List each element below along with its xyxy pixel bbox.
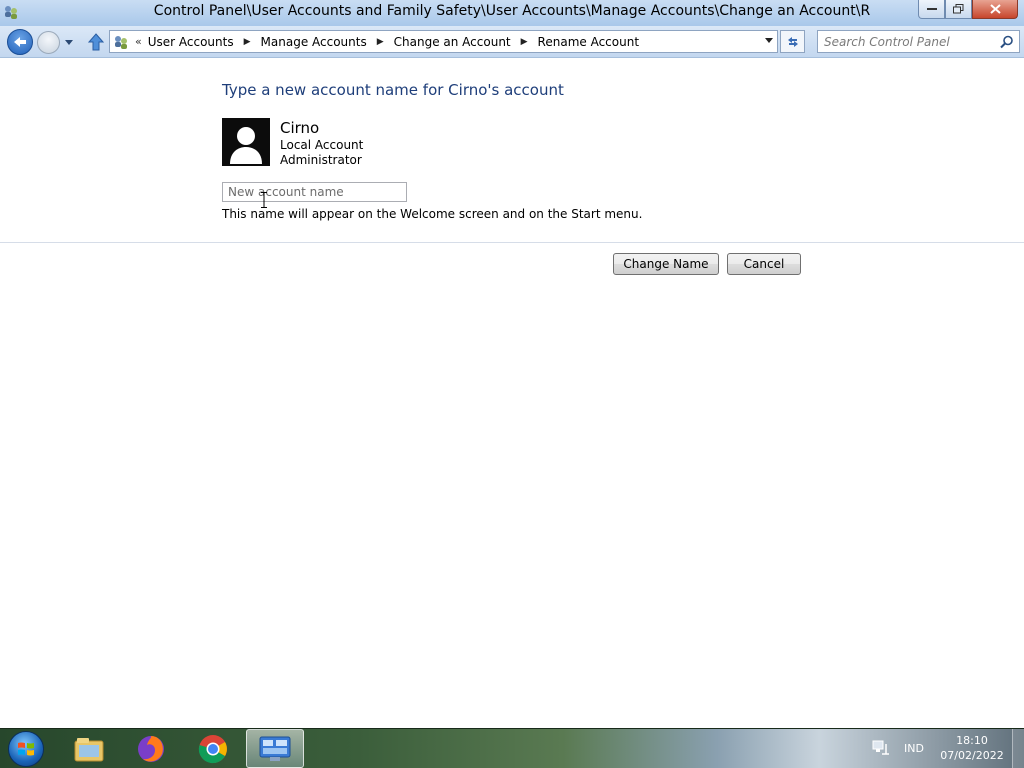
breadcrumb-separator-icon[interactable]: ▶ [521, 37, 528, 47]
taskbar-control-panel-button[interactable] [246, 729, 304, 768]
divider [0, 242, 1024, 243]
account-avatar [222, 118, 270, 166]
refresh-button[interactable] [780, 30, 805, 53]
clock[interactable]: 18:10 07/02/2022 [940, 733, 1004, 763]
title-bar: Control Panel\User Accounts and Family S… [0, 0, 1024, 26]
breadcrumb-overflow[interactable]: « [135, 35, 142, 48]
address-bar[interactable]: « User Accounts ▶ Manage Accounts ▶ Chan… [109, 30, 778, 53]
control-panel-icon [115, 35, 127, 49]
breadcrumb-rename-account[interactable]: Rename Account [538, 35, 639, 49]
cancel-button[interactable]: Cancel [727, 253, 801, 275]
control-panel-icon [259, 736, 291, 761]
firefox-icon [138, 735, 164, 762]
breadcrumb-change-an-account[interactable]: Change an Account [394, 35, 511, 49]
change-name-button[interactable]: Change Name [613, 253, 719, 275]
system-tray: IND 18:10 07/02/2022 [864, 729, 1024, 768]
up-arrow-icon[interactable] [86, 32, 106, 52]
taskbar-explorer-button[interactable] [60, 729, 118, 768]
account-role: Administrator [280, 153, 362, 167]
account-type: Local Account [280, 138, 364, 152]
breadcrumb-manage-accounts[interactable]: Manage Accounts [261, 35, 367, 49]
clock-time: 18:10 [956, 734, 988, 747]
search-input[interactable] [824, 31, 994, 52]
back-button[interactable] [7, 29, 33, 55]
clock-date: 07/02/2022 [940, 749, 1004, 762]
show-desktop-button[interactable] [1012, 729, 1024, 768]
search-icon[interactable] [1000, 35, 1014, 49]
minimize-icon [926, 8, 937, 10]
user-silhouette-icon [230, 127, 262, 164]
recent-pages-dropdown-icon[interactable] [63, 37, 75, 47]
window-title: Control Panel\User Accounts and Family S… [153, 3, 871, 19]
breadcrumb-separator-icon[interactable]: ▶ [377, 37, 384, 47]
start-button[interactable] [4, 730, 48, 768]
breadcrumb: User Accounts ▶ Manage Accounts ▶ Change… [148, 35, 639, 49]
main-content: Type a new account name for Cirno's acco… [0, 59, 1024, 728]
close-icon [989, 4, 1001, 14]
minimize-button[interactable] [918, 0, 945, 19]
refresh-icon [787, 36, 798, 47]
forward-button[interactable] [37, 31, 60, 54]
page-title: Type a new account name for Cirno's acco… [222, 81, 564, 99]
close-button[interactable] [972, 0, 1018, 19]
taskbar: IND 18:10 07/02/2022 [0, 728, 1024, 768]
taskbar-chrome-button[interactable] [184, 729, 242, 768]
chrome-icon [198, 734, 227, 763]
maximize-button[interactable] [945, 0, 972, 19]
breadcrumb-separator-icon[interactable]: ▶ [244, 37, 251, 47]
back-arrow-icon [14, 37, 26, 47]
text-cursor-icon [261, 192, 267, 208]
address-dropdown-icon[interactable] [765, 38, 773, 44]
breadcrumb-user-accounts[interactable]: User Accounts [148, 35, 234, 49]
language-indicator[interactable]: IND [904, 742, 924, 755]
network-icon[interactable] [872, 740, 890, 756]
windows-logo-icon [8, 731, 44, 767]
folder-icon [74, 737, 104, 761]
new-account-name-input[interactable] [222, 182, 407, 202]
restore-icon [953, 4, 964, 14]
taskbar-firefox-button[interactable] [122, 729, 180, 768]
navigation-bar: « User Accounts ▶ Manage Accounts ▶ Chan… [0, 26, 1024, 58]
name-hint-text: This name will appear on the Welcome scr… [222, 207, 643, 221]
search-box[interactable] [817, 30, 1020, 53]
account-name: Cirno [280, 119, 320, 137]
